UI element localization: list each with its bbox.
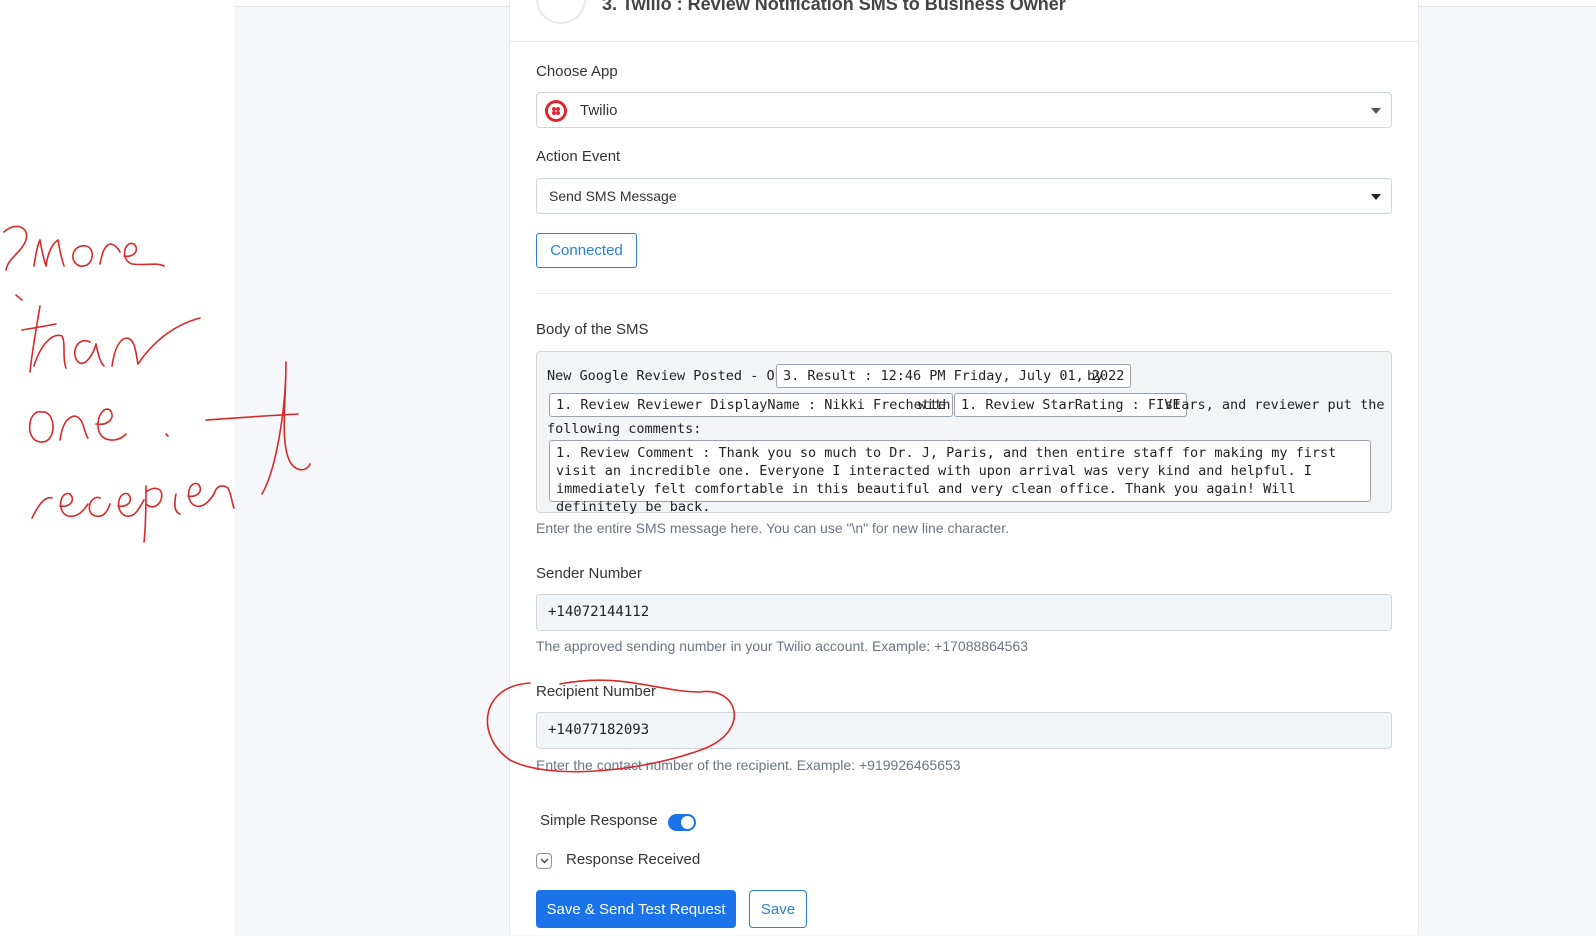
action-event-label: Action Event: [536, 148, 621, 165]
save-and-send-test-button[interactable]: Save & Send Test Request: [536, 890, 736, 928]
action-event-select[interactable]: Send SMS Message: [536, 178, 1392, 214]
mapped-field-chip-rating[interactable]: 1. Review StarRating : FIVE: [954, 393, 1188, 417]
action-event-value: Send SMS Message: [549, 188, 677, 204]
step-header[interactable]: 3. Twilio : Review Notification SMS to B…: [510, 0, 1418, 42]
simple-response-label: Simple Response: [540, 812, 658, 829]
step-app-icon: [536, 0, 586, 24]
response-received-label[interactable]: Response Received: [566, 851, 700, 868]
connected-button[interactable]: Connected: [536, 233, 637, 268]
recipient-number-label: Recipient Number: [536, 683, 657, 700]
mapped-field-chip-reviewer[interactable]: 1. Review Reviewer DisplayName : Nikki F…: [549, 393, 954, 417]
sender-number-input[interactable]: +14072144112: [536, 594, 1392, 631]
choose-app-value: Twilio: [580, 102, 618, 119]
chevron-down-icon: [1371, 108, 1381, 114]
choose-app-select[interactable]: Twilio: [536, 92, 1392, 128]
sender-number-help: The approved sending number in your Twil…: [536, 638, 1029, 654]
sms-body-editor[interactable]: New Google Review Posted - On 3. Result …: [536, 351, 1392, 515]
step-title: 3. Twilio : Review Notification SMS to B…: [602, 0, 1066, 14]
sms-body-label: Body of the SMS: [536, 321, 649, 338]
recipient-number-help: Enter the contact number of the recipien…: [536, 757, 961, 773]
choose-app-label: Choose App: [536, 63, 618, 80]
twilio-logo-icon: [545, 100, 567, 122]
sms-body-help: Enter the entire SMS message here. You c…: [536, 520, 1009, 536]
action-step-panel: 3. Twilio : Review Notification SMS to B…: [509, 0, 1419, 935]
mapped-field-chip-comment[interactable]: 1. Review Comment : Thank you so much to…: [549, 440, 1371, 515]
left-blank-area: [0, 0, 234, 935]
body-text-following: following comments:: [547, 421, 702, 437]
chevron-down-icon[interactable]: [536, 853, 552, 869]
body-text-prefix: New Google Review Posted - On: [547, 368, 783, 384]
simple-response-toggle[interactable]: [668, 814, 696, 831]
section-divider: [536, 293, 1392, 294]
body-text-by: by: [1087, 368, 1104, 384]
save-button[interactable]: Save: [749, 890, 807, 928]
mapped-field-chip-result[interactable]: 3. Result : 12:46 PM Friday, July 01, 20…: [776, 364, 1132, 388]
chevron-down-icon: [1371, 194, 1381, 200]
sender-number-label: Sender Number: [536, 565, 642, 582]
recipient-number-input[interactable]: +14077182093: [536, 712, 1392, 749]
body-text-stars: stars, and reviewer put the: [1165, 397, 1385, 413]
body-text-with: with: [918, 397, 951, 413]
